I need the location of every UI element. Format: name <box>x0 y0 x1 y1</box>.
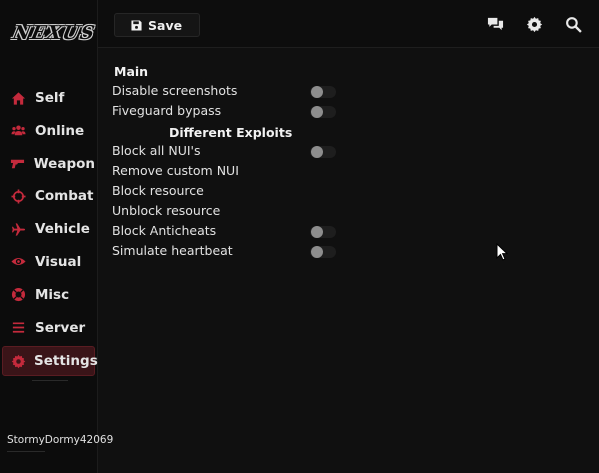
floppy-disk-icon <box>131 19 142 31</box>
mouse-cursor-icon <box>496 243 508 261</box>
sidebar-item-online[interactable]: Online <box>2 117 95 145</box>
sidebar-item-label: Weapon <box>33 155 95 172</box>
sidebar-item-combat[interactable]: Combat <box>2 182 95 210</box>
toggle-knob <box>311 146 323 158</box>
save-button[interactable]: Save <box>114 13 200 37</box>
gear-icon <box>11 353 26 370</box>
setting-label: Unblock resource <box>112 203 221 218</box>
crosshair-icon <box>10 188 27 205</box>
app-window: NEXUS Self Online Weapon Combat Vehicle … <box>0 0 599 473</box>
sidebar-item-label: Misc <box>35 286 70 303</box>
home-icon <box>10 90 27 107</box>
sidebar-item-server[interactable]: Server <box>2 314 95 342</box>
disable-screenshots-toggle[interactable] <box>310 86 336 98</box>
section-title-main: Main <box>114 64 149 79</box>
toggle-knob <box>311 106 323 118</box>
setting-label: Block all NUI's <box>112 143 201 158</box>
sidebar: NEXUS Self Online Weapon Combat Vehicle … <box>0 0 113 473</box>
nexus-logo: NEXUS <box>10 22 98 44</box>
sidebar-item-vehicle[interactable]: Vehicle <box>2 215 95 243</box>
simulate-heartbeat-toggle[interactable] <box>310 246 336 258</box>
setting-label: Simulate heartbeat <box>112 243 233 258</box>
sidebar-item-label: Visual <box>35 253 82 270</box>
sidebar-item-settings[interactable]: Settings <box>2 346 98 377</box>
setting-label: Fiveguard bypass <box>112 103 222 118</box>
sidebar-nav: Self Online Weapon Combat Vehicle Visual… <box>0 84 98 381</box>
setting-label: Disable screenshots <box>112 83 238 98</box>
username-divider <box>7 451 45 452</box>
setting-row-block-anticheats: Block Anticheats <box>112 222 338 242</box>
setting-row-block-all-nuis: Block all NUI's <box>112 142 338 162</box>
sidebar-item-label: Combat <box>35 188 94 205</box>
save-button-label: Save <box>148 17 183 33</box>
block-all-nuis-toggle[interactable] <box>310 146 336 158</box>
sidebar-item-label: Settings <box>34 353 98 370</box>
search-icon[interactable] <box>565 16 582 33</box>
setting-row-simulate-heartbeat: Simulate heartbeat <box>112 242 338 262</box>
gun-icon <box>10 155 26 172</box>
setting-row-fiveguard-bypass: Fiveguard bypass <box>112 102 338 122</box>
toggle-knob <box>311 246 323 258</box>
sidebar-item-label: Online <box>35 122 85 139</box>
plane-icon <box>10 221 27 238</box>
sidebar-item-self[interactable]: Self <box>2 84 95 112</box>
section-title-exploits: Different Exploits <box>169 125 293 140</box>
toggle-knob <box>311 226 323 238</box>
unblock-resource-button[interactable]: Unblock resource <box>112 202 338 222</box>
sidebar-divider <box>32 380 68 381</box>
sidebar-item-label: Server <box>35 319 86 336</box>
sidebar-item-weapon[interactable]: Weapon <box>2 150 95 178</box>
setting-label: Block resource <box>112 183 204 198</box>
eye-icon <box>10 253 27 270</box>
block-resource-button[interactable]: Block resource <box>112 182 338 202</box>
chat-icon[interactable] <box>487 16 504 33</box>
sidebar-item-label: Vehicle <box>35 221 90 238</box>
sidebar-item-label: Self <box>35 90 65 106</box>
settings-panel: Main Disable screenshots Fiveguard bypas… <box>98 48 599 473</box>
fiveguard-bypass-toggle[interactable] <box>310 106 336 118</box>
block-anticheats-toggle[interactable] <box>310 226 336 238</box>
toolbar: Save <box>98 0 599 48</box>
toggle-knob <box>311 86 323 98</box>
remove-custom-nui-button[interactable]: Remove custom NUI <box>112 162 338 182</box>
setting-row-disable-screenshots: Disable screenshots <box>112 82 338 102</box>
gear-icon[interactable] <box>526 16 543 33</box>
users-icon <box>10 122 27 139</box>
setting-label: Block Anticheats <box>112 223 217 238</box>
sidebar-item-misc[interactable]: Misc <box>2 281 95 309</box>
lifebuoy-icon <box>10 286 27 303</box>
setting-label: Remove custom NUI <box>112 163 239 178</box>
sidebar-item-visual[interactable]: Visual <box>2 248 95 276</box>
menu-icon <box>10 319 27 336</box>
